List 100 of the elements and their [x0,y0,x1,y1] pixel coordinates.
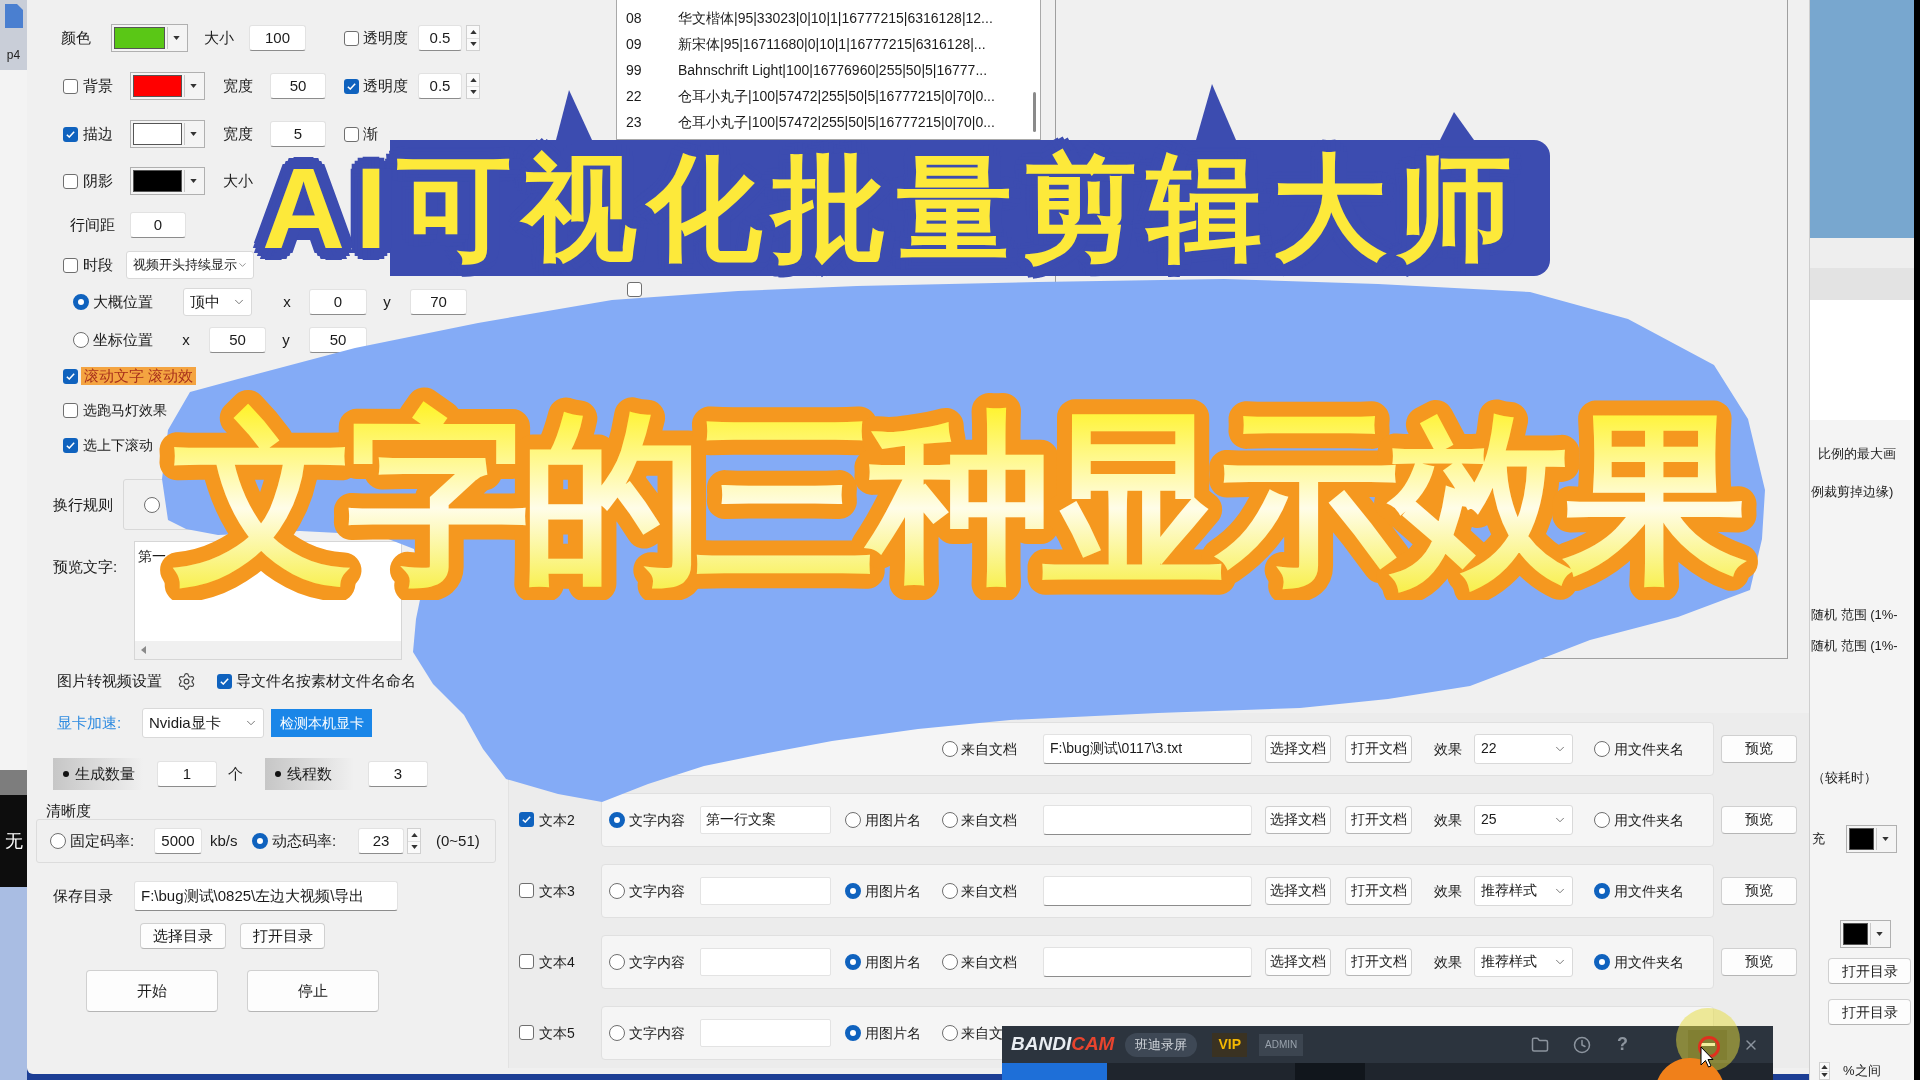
horizontal-scrollbar[interactable] [135,641,401,659]
text-row-checkbox[interactable] [519,883,534,898]
effect-dropdown[interactable]: 22 [1474,733,1573,764]
image-name-radio[interactable] [845,882,861,899]
preview-button[interactable]: 预览 [1721,805,1797,834]
rename-checkbox[interactable] [217,673,232,689]
folder-icon[interactable] [1531,1035,1549,1054]
opacity-checkbox[interactable] [344,78,359,94]
preview-button[interactable]: 预览 [1721,947,1797,976]
image-name-radio[interactable] [845,953,861,970]
text-content-field[interactable] [700,947,831,976]
color-picker[interactable] [130,120,205,148]
folder-name-radio[interactable] [1594,953,1610,970]
folder-name-radio[interactable] [1594,882,1610,899]
open-doc-button[interactable]: 打开文档 [1345,805,1412,834]
fade-checkbox[interactable] [344,126,359,142]
scroll-text-checkbox[interactable] [63,368,78,384]
spinner[interactable] [466,73,480,99]
effect-dropdown[interactable]: 推荐样式 [1474,875,1573,906]
marquee-checkbox[interactable] [63,402,78,418]
text-content-radio[interactable] [609,1024,625,1041]
anchor-dropdown[interactable]: 顶中 [183,288,252,316]
fill-parent-checkbox[interactable] [627,282,642,297]
coord-position-radio[interactable] [73,332,89,348]
from-doc-radio[interactable] [942,811,958,828]
doc-path-input[interactable] [1043,875,1252,906]
preview-button[interactable]: 预览 [1721,734,1797,763]
color-picker[interactable] [130,72,205,100]
from-doc-radio[interactable] [942,1024,958,1041]
scrollbar-thumb[interactable] [1033,92,1036,132]
open-dir-button[interactable]: 打开目录 [1828,999,1911,1025]
width-input[interactable]: 5 [270,121,326,147]
rough-position-radio[interactable] [73,294,89,310]
x-input[interactable]: 0 [309,289,367,315]
dynamic-bitrate-radio[interactable] [252,833,268,849]
opacity-checkbox[interactable] [344,30,359,46]
text-content-radio[interactable] [609,882,625,899]
color-picker[interactable] [1846,825,1897,853]
text-content-field[interactable]: 第一行文案 [700,805,831,834]
text-row-checkbox[interactable] [519,812,534,827]
y-input[interactable]: 50 [309,327,367,353]
count-input[interactable]: 1 [157,761,217,787]
text-content-radio[interactable] [609,953,625,970]
color-picker[interactable] [1840,919,1891,948]
from-doc-radio[interactable] [942,953,958,970]
width-input[interactable]: 50 [270,73,326,99]
background-checkbox[interactable] [63,78,78,94]
dynamic-bitrate-input[interactable]: 23 [358,828,404,854]
spinner[interactable] [1819,1062,1830,1080]
threads-input[interactable]: 3 [368,761,428,787]
opacity-input[interactable]: 0.5 [418,25,462,51]
open-dir-button[interactable]: 打开目录 [1828,958,1911,984]
preview-button[interactable]: 预览 [1721,876,1797,905]
opacity-input[interactable]: 0.5 [418,73,462,99]
open-doc-button[interactable]: 打开文档 [1345,947,1412,976]
effect-dropdown[interactable]: 推荐样式 [1474,946,1573,977]
image-name-radio[interactable] [845,1024,861,1041]
color-picker[interactable] [111,24,188,52]
choose-dir-button[interactable]: 选择目录 [140,923,226,949]
choose-doc-button[interactable]: 选择文档 [1265,805,1331,834]
clock-icon[interactable] [1573,1035,1591,1054]
line-spacing-input[interactable]: 0 [130,212,186,238]
text-content-radio[interactable] [609,811,625,828]
settings-icon[interactable] [177,671,196,691]
doc-path-input[interactable] [1043,804,1252,835]
fixed-bitrate-radio[interactable] [50,833,66,849]
color-picker[interactable] [130,167,205,195]
spinner[interactable] [466,25,480,51]
image-name-radio[interactable] [845,811,861,828]
folder-name-radio[interactable] [1594,811,1610,828]
open-doc-button[interactable]: 打开文档 [1345,876,1412,905]
choose-doc-button[interactable]: 选择文档 [1265,734,1331,763]
detect-gpu-button[interactable]: 检测本机显卡 [271,709,372,737]
open-dir-button[interactable]: 打开目录 [240,923,325,949]
from-doc-radio[interactable] [942,740,958,757]
spinner[interactable] [407,828,421,854]
text-row-checkbox[interactable] [519,1025,534,1040]
shadow-checkbox[interactable] [63,173,78,189]
choose-doc-button[interactable]: 选择文档 [1265,876,1331,905]
text-content-field[interactable] [700,1018,831,1047]
fixed-bitrate-input[interactable]: 5000 [154,828,202,854]
help-button[interactable]: ? [1617,1031,1628,1058]
save-dir-input[interactable]: F:\bug测试\0825\左边大视频\导出 [134,881,398,911]
size-input[interactable]: 100 [249,25,306,51]
choose-doc-button[interactable]: 选择文档 [1265,947,1331,976]
doc-path-input[interactable]: F:\bug测试\0117\3.txt [1043,733,1252,764]
vertical-scroll-checkbox[interactable] [63,437,78,453]
file-icon[interactable] [4,4,23,28]
wrap-option-radio[interactable] [144,496,160,513]
folder-name-radio[interactable] [1594,740,1610,757]
start-button[interactable]: 开始 [86,970,218,1012]
effect-dropdown[interactable]: 25 [1474,804,1573,835]
period-checkbox[interactable] [63,257,78,273]
open-doc-button[interactable]: 打开文档 [1345,734,1412,763]
from-doc-radio[interactable] [942,882,958,899]
y-input[interactable]: 70 [410,289,467,315]
stop-button[interactable]: 停止 [247,970,379,1012]
text-row-checkbox[interactable] [519,954,534,969]
gpu-dropdown[interactable]: Nvidia显卡 [142,708,264,738]
period-dropdown[interactable]: 视频开头持续显示 [126,251,254,279]
